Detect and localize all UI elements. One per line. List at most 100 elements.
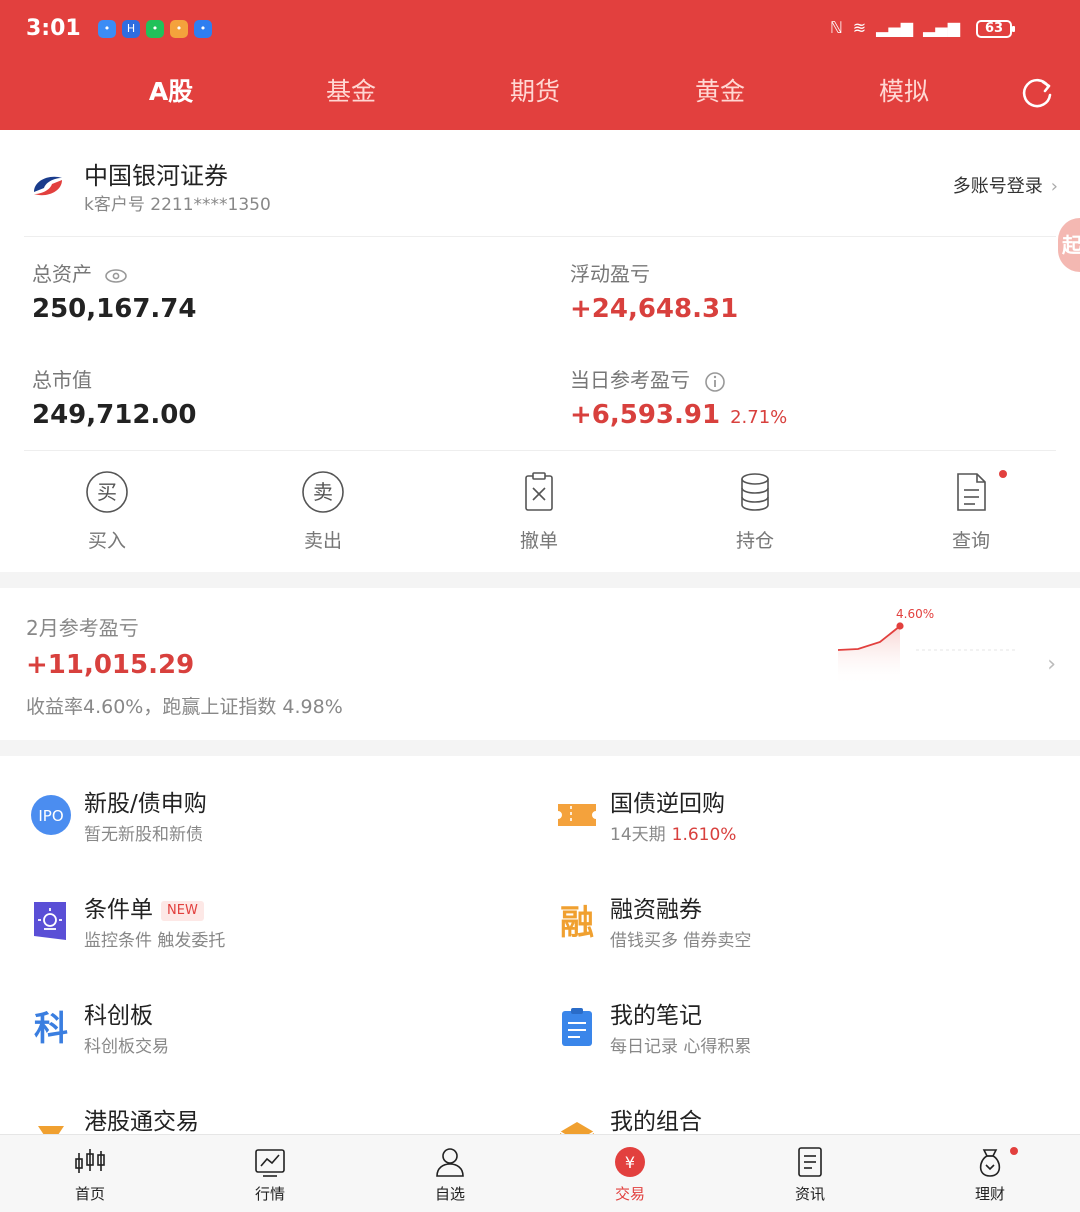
signal-icon: ▂▄▆ — [876, 18, 914, 37]
margin-icon: 融 — [560, 903, 594, 942]
multi-account-login-link[interactable]: 多账号登录 › — [953, 172, 1058, 198]
side-float-tab[interactable]: 起 — [1058, 218, 1080, 272]
service-title: 科创板 — [84, 1003, 153, 1029]
daily-pl-label-text: 当日参考盈亏 — [570, 368, 690, 392]
service-hk-connect[interactable]: 港股通交易 — [30, 1102, 530, 1136]
cancel-order-button[interactable]: 撤单 — [479, 470, 599, 553]
services-grid: IPO 新股/债申购 暂无新股和新债 国债逆回购 14天期 1.610% 条件单 N… — [0, 756, 1080, 1136]
floating-pl-value: +24,648.31 — [570, 294, 739, 324]
nav-trade[interactable]: ¥ 交易 — [570, 1145, 690, 1204]
daily-pl-label: 当日参考盈亏 — [570, 364, 726, 393]
svg-text:融: 融 — [560, 903, 594, 942]
tab-a-shares[interactable]: A股 — [111, 72, 231, 108]
signal-2-icon: ▂▄▆ — [923, 18, 960, 37]
sell-button[interactable]: 卖 卖出 — [263, 470, 383, 553]
monthly-pl-label: 2月参考盈亏 — [26, 616, 139, 640]
eye-icon[interactable] — [104, 268, 128, 284]
service-repo[interactable]: 国债逆回购 14天期 1.610% — [556, 784, 1056, 864]
service-condition-order[interactable]: 条件单 NEW 监控条件 触发委托 — [30, 890, 530, 970]
service-title: 国债逆回购 — [610, 791, 725, 817]
total-assets-label: 总资产 — [32, 258, 128, 287]
nav-home[interactable]: 首页 — [30, 1145, 150, 1204]
positions-label: 持仓 — [735, 530, 774, 552]
total-assets-value: 250,167.74 — [32, 294, 197, 324]
service-subtitle-row: 14天期 1.610% — [610, 820, 736, 845]
query-button[interactable]: 查询 — [911, 470, 1031, 553]
nav-wealth[interactable]: 理财 — [930, 1145, 1050, 1204]
condition-order-icon — [34, 902, 66, 940]
tab-simulation[interactable]: 模拟 — [844, 72, 964, 108]
status-bar: 3:01 • H • • • ℕ ≋ ▂▄▆ ▂▄▆ 63 — [0, 0, 1080, 60]
buy-icon: 买 — [86, 471, 128, 513]
query-icon — [957, 473, 986, 511]
service-subtitle: 监控条件 触发委托 — [84, 931, 226, 951]
notification-icons: • H • • • — [98, 20, 212, 38]
cancel-order-label: 撤单 — [519, 530, 558, 552]
buy-label: 买入 — [87, 530, 126, 552]
nav-label: 自选 — [434, 1185, 465, 1203]
service-notes[interactable]: 我的笔记 每日记录 心得积累 — [556, 996, 1056, 1076]
trade-actions: 买 买入 卖 卖出 撤单 持仓 查询 — [0, 460, 1080, 560]
service-subtitle: 科创板交易 — [84, 1037, 169, 1057]
service-title: 条件单 — [84, 897, 153, 923]
watchlist-icon — [436, 1148, 464, 1177]
service-ipo[interactable]: IPO 新股/债申购 暂无新股和新债 — [30, 784, 530, 864]
market-chart-icon — [255, 1149, 285, 1177]
query-label: 查询 — [951, 530, 990, 552]
svg-text:IPO: IPO — [38, 807, 63, 825]
bottom-navigation: 首页 行情 自选 ¥ 交易 资讯 理财 — [0, 1134, 1080, 1212]
buy-button[interactable]: 买 买入 — [47, 470, 167, 553]
battery-indicator: 63 — [976, 20, 1015, 38]
nav-news[interactable]: 资讯 — [750, 1145, 870, 1204]
cancel-order-icon — [525, 472, 553, 511]
monthly-pl-card[interactable]: 2月参考盈亏 +11,015.29 收益率4.60%，跑赢上证指数 4.98% … — [0, 588, 1080, 740]
service-title: 港股通交易 — [84, 1109, 199, 1135]
wechat-icon: • — [146, 20, 164, 38]
service-portfolio[interactable]: 我的组合 — [556, 1102, 1056, 1136]
service-subtitle: 14天期 — [610, 825, 666, 845]
tab-funds[interactable]: 基金 — [291, 72, 411, 108]
query-notification-dot — [999, 470, 1007, 478]
ipo-icon: IPO — [31, 795, 71, 835]
wealth-notification-dot — [1010, 1147, 1018, 1155]
chevron-right-icon: › — [1050, 176, 1058, 197]
top-tabs: A股 基金 期货 黄金 模拟 — [0, 72, 1080, 118]
divider — [24, 236, 1056, 237]
info-icon[interactable] — [704, 371, 726, 393]
wifi-icon: ≋ — [852, 18, 867, 37]
divider — [24, 450, 1056, 451]
positions-button[interactable]: 持仓 — [695, 470, 815, 553]
positions-icon — [741, 473, 769, 511]
trade-yen-icon: ¥ — [615, 1147, 645, 1177]
nav-market[interactable]: 行情 — [210, 1145, 330, 1204]
news-icon — [798, 1147, 822, 1177]
sparkline-area — [838, 626, 900, 686]
total-assets-label-text: 总资产 — [32, 262, 92, 286]
service-margin[interactable]: 融 融资融券 借钱买多 借券卖空 — [556, 890, 1056, 970]
service-subtitle: 暂无新股和新债 — [84, 825, 203, 845]
sell-icon: 卖 — [302, 471, 344, 513]
candlestick-icon — [75, 1149, 105, 1173]
broker-logo-icon — [34, 176, 62, 196]
money-bag-icon — [979, 1149, 1001, 1177]
refresh-icon[interactable] — [1020, 76, 1054, 110]
tab-futures[interactable]: 期货 — [475, 72, 595, 108]
market-value-label: 总市值 — [32, 368, 92, 392]
service-subtitle: 借钱买多 借券卖空 — [610, 931, 752, 951]
service-title-row: 条件单 NEW — [84, 890, 204, 924]
client-id: k客户号 2211****1350 — [84, 195, 271, 215]
multi-login-label: 多账号登录 — [952, 176, 1043, 197]
portfolio-box-icon — [559, 1122, 595, 1136]
daily-pl-value: +6,593.91 — [570, 400, 721, 430]
service-star-market[interactable]: 科 科创板 科创板交易 — [30, 996, 530, 1076]
chevron-right-icon: › — [1047, 652, 1056, 677]
notes-icon — [562, 1008, 592, 1046]
hand-app-icon: H — [122, 20, 140, 38]
floating-pl-label: 浮动盈亏 — [570, 262, 650, 286]
trophy-icon — [38, 1126, 64, 1136]
star-market-icon: 科 — [34, 1009, 68, 1048]
nav-watchlist[interactable]: 自选 — [390, 1145, 510, 1204]
service-title: 融资融券 — [610, 897, 702, 923]
tab-gold[interactable]: 黄金 — [660, 72, 780, 108]
svg-text:¥: ¥ — [625, 1153, 635, 1172]
